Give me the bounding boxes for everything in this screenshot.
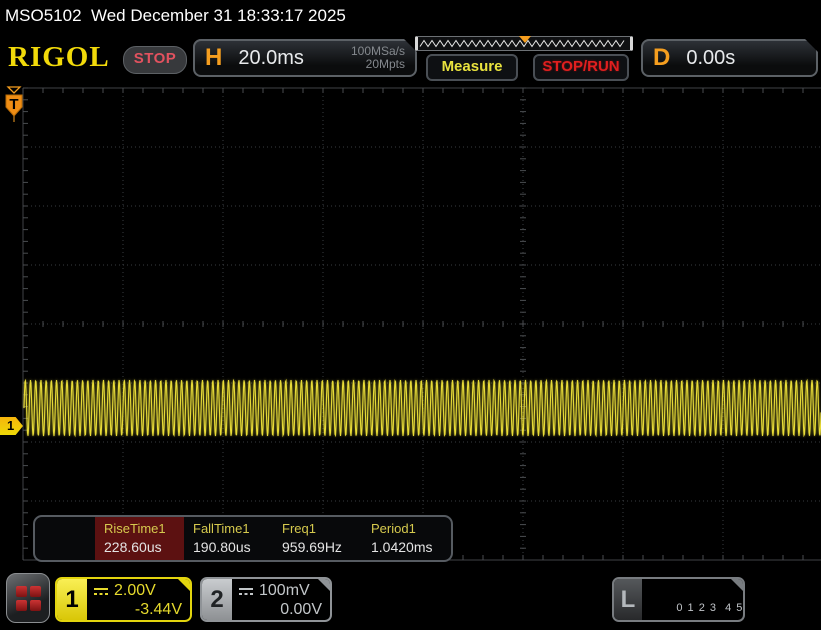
trigger-position-icon bbox=[519, 36, 531, 43]
ch1-waveform-trace bbox=[23, 378, 821, 438]
measurement-item-period[interactable]: Period1 1.0420ms bbox=[362, 517, 451, 560]
horizontal-timebase-panel[interactable]: H 20.0ms 100MSa/s 20Mpts bbox=[193, 39, 417, 77]
channel-2-values: 100mV 0.00V bbox=[232, 579, 330, 620]
trigger-position-marker[interactable]: T bbox=[0, 85, 28, 123]
trigger-letter: T bbox=[9, 96, 18, 113]
model-and-datetime: MSO5102 Wed December 31 18:33:17 2025 bbox=[5, 6, 346, 25]
delay-value: 0.00s bbox=[686, 46, 736, 69]
waveform-display-area: T 1 RiseTime1 228.60us FallTime1 190.80u… bbox=[0, 85, 821, 570]
channel-2-scale: 100mV bbox=[259, 582, 310, 599]
measurement-gutter bbox=[35, 517, 95, 560]
channel-2-widget[interactable]: 2 100mV 0.00V bbox=[200, 577, 332, 622]
measure-button[interactable]: Measure bbox=[426, 54, 518, 81]
channel-1-widget[interactable]: 1 2.00V -3.44V bbox=[55, 577, 192, 622]
logic-analyzer-label: L bbox=[614, 579, 642, 620]
dc-coupling-icon bbox=[94, 588, 108, 595]
channel-2-offset: 0.00V bbox=[280, 601, 322, 618]
function-menu-button[interactable] bbox=[6, 573, 50, 623]
d-label: D bbox=[653, 44, 671, 71]
dc-coupling-icon bbox=[239, 588, 253, 595]
memory-position-strip[interactable] bbox=[415, 36, 633, 51]
measurement-item-risetime[interactable]: RiseTime1 228.60us bbox=[95, 517, 184, 560]
measurement-item-freq[interactable]: Freq1 959.69Hz bbox=[273, 517, 362, 560]
header-toolbar: RIGOL STOP H 20.0ms 100MSa/s 20Mpts Meas… bbox=[0, 32, 821, 85]
memory-depth: 20Mpts bbox=[365, 57, 405, 71]
measurement-label: FallTime1 bbox=[193, 521, 250, 536]
channel-1-scale: 2.00V bbox=[114, 582, 156, 599]
measurement-label: RiseTime1 bbox=[104, 521, 166, 536]
corner-bevel-icon bbox=[318, 579, 330, 591]
measurement-value: 959.69Hz bbox=[282, 539, 342, 555]
measurement-value: 190.80us bbox=[193, 539, 251, 555]
channel-1-number: 1 bbox=[57, 579, 87, 620]
logic-row-0-7: 0 1 2 3 4 5 6 7 bbox=[676, 602, 744, 614]
logic-analyzer-widget[interactable]: L 0 1 2 3 4 5 6 7 8 9 10 11 12 13 14 15 bbox=[612, 577, 745, 622]
top-status-bar: MSO5102 Wed December 31 18:33:17 2025 bbox=[0, 0, 821, 32]
channel-2-number: 2 bbox=[202, 579, 232, 620]
bottom-channel-bar: 1 2.00V -3.44V 2 100mV 0.00V L 0 1 2 3 4… bbox=[0, 570, 821, 630]
measurement-label: Freq1 bbox=[282, 521, 316, 536]
corner-bevel-icon bbox=[178, 579, 190, 591]
measurement-label: Period1 bbox=[371, 521, 416, 536]
stop-run-button[interactable]: STOP/RUN bbox=[533, 54, 629, 81]
grid-menu-icon bbox=[15, 585, 41, 611]
measurement-item-falltime[interactable]: FallTime1 190.80us bbox=[184, 517, 273, 560]
measurement-value: 228.60us bbox=[104, 539, 162, 555]
rigol-logo: RIGOL bbox=[8, 41, 110, 73]
channel-1-values: 2.00V -3.44V bbox=[87, 579, 190, 620]
run-state-badge: STOP bbox=[123, 46, 187, 74]
trigger-delay-panel[interactable]: D 0.00s bbox=[641, 39, 818, 77]
acquisition-info: 100MSa/s 20Mpts bbox=[351, 45, 405, 71]
channel-1-offset: -3.44V bbox=[134, 601, 182, 618]
h-label: H bbox=[205, 44, 223, 71]
timebase-value: 20.0ms bbox=[238, 46, 304, 69]
corner-bevel-icon bbox=[731, 579, 743, 591]
oscilloscope-screen: { "top_bar": { "title": "MSO5102 Wed Dec… bbox=[0, 0, 821, 630]
logic-channel-numbers: 0 1 2 3 4 5 6 7 8 9 10 11 12 13 14 15 bbox=[642, 579, 744, 620]
trigger-top-triangle-icon bbox=[6, 86, 22, 94]
measurement-value: 1.0420ms bbox=[371, 539, 433, 555]
sample-rate: 100MSa/s bbox=[350, 44, 405, 58]
measurement-results-panel: RiseTime1 228.60us FallTime1 190.80us Fr… bbox=[33, 515, 453, 562]
